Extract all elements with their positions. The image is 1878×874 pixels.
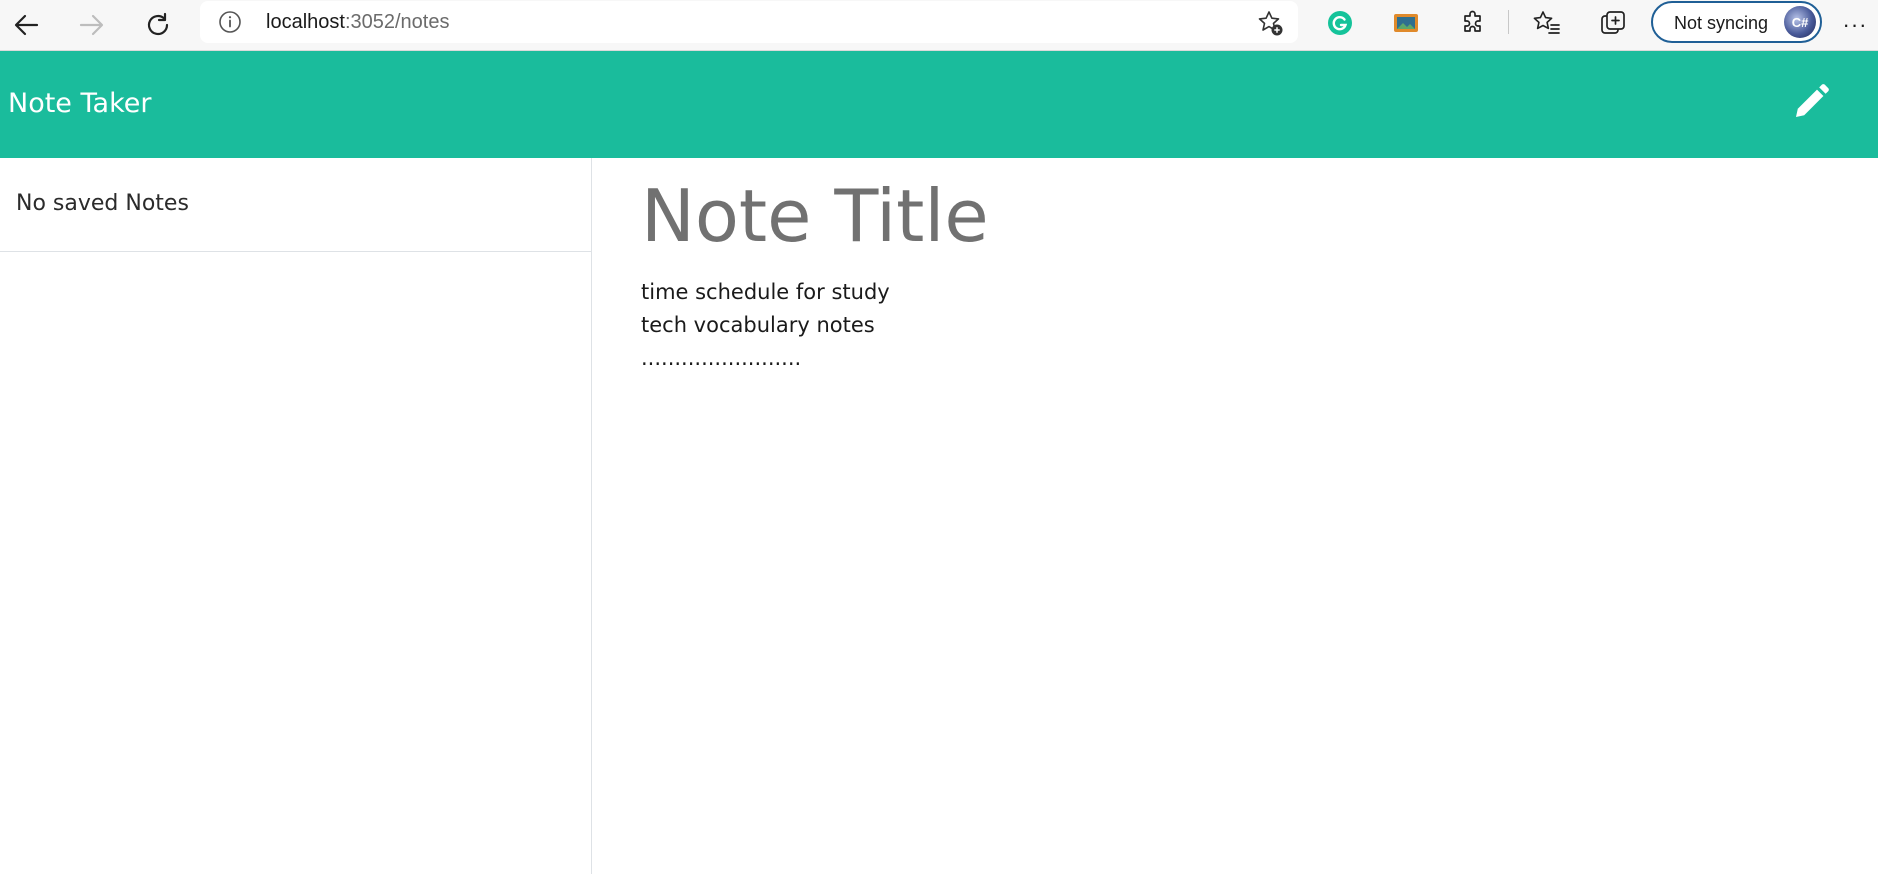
back-arrow-icon [12,11,40,39]
app-title[interactable]: Note Taker [8,87,151,121]
star-plus-icon[interactable] [1256,9,1284,37]
reload-icon [144,11,172,39]
browser-toolbar: localhost:3052/notes Not syncing C# ··· [0,0,1878,51]
grammarly-extension-button[interactable] [1323,8,1357,42]
url-path: :3052/notes [344,11,450,33]
profile-avatar: C# [1784,6,1816,38]
grammarly-icon [1327,10,1353,41]
reload-button[interactable] [138,5,178,45]
toolbar-divider [1508,10,1509,34]
profile-status-label: Not syncing [1674,13,1769,33]
notes-sidebar: No saved Notes [0,158,592,874]
back-button[interactable] [6,5,46,45]
note-title-input[interactable] [641,170,1741,262]
url-text[interactable]: localhost:3052/notes [266,11,449,33]
picture-icon [1393,12,1419,39]
star-list-icon [1533,10,1561,41]
app-header: Note Taker [0,51,1878,158]
puzzle-icon [1460,10,1486,41]
forward-button[interactable] [72,5,112,45]
collections-button[interactable] [1596,8,1630,42]
pencil-icon [1791,82,1831,127]
new-note-button[interactable] [1788,81,1834,127]
list-item: No saved Notes [0,158,592,252]
more-dots-icon[interactable]: ··· [1838,8,1872,42]
favorites-button[interactable] [1530,8,1564,42]
forward-arrow-icon [78,11,106,39]
info-icon[interactable] [218,10,242,34]
profile-button[interactable]: Not syncing C# [1651,1,1822,43]
empty-notes-label: No saved Notes [16,191,189,216]
collections-icon [1599,9,1627,42]
url-host: localhost [266,11,345,33]
note-body-textarea[interactable]: time schedule for study tech vocabulary … [641,276,1741,836]
extensions-button[interactable] [1456,8,1490,42]
address-bar[interactable]: localhost:3052/notes [200,1,1298,43]
picture-extension-button[interactable] [1389,8,1423,42]
